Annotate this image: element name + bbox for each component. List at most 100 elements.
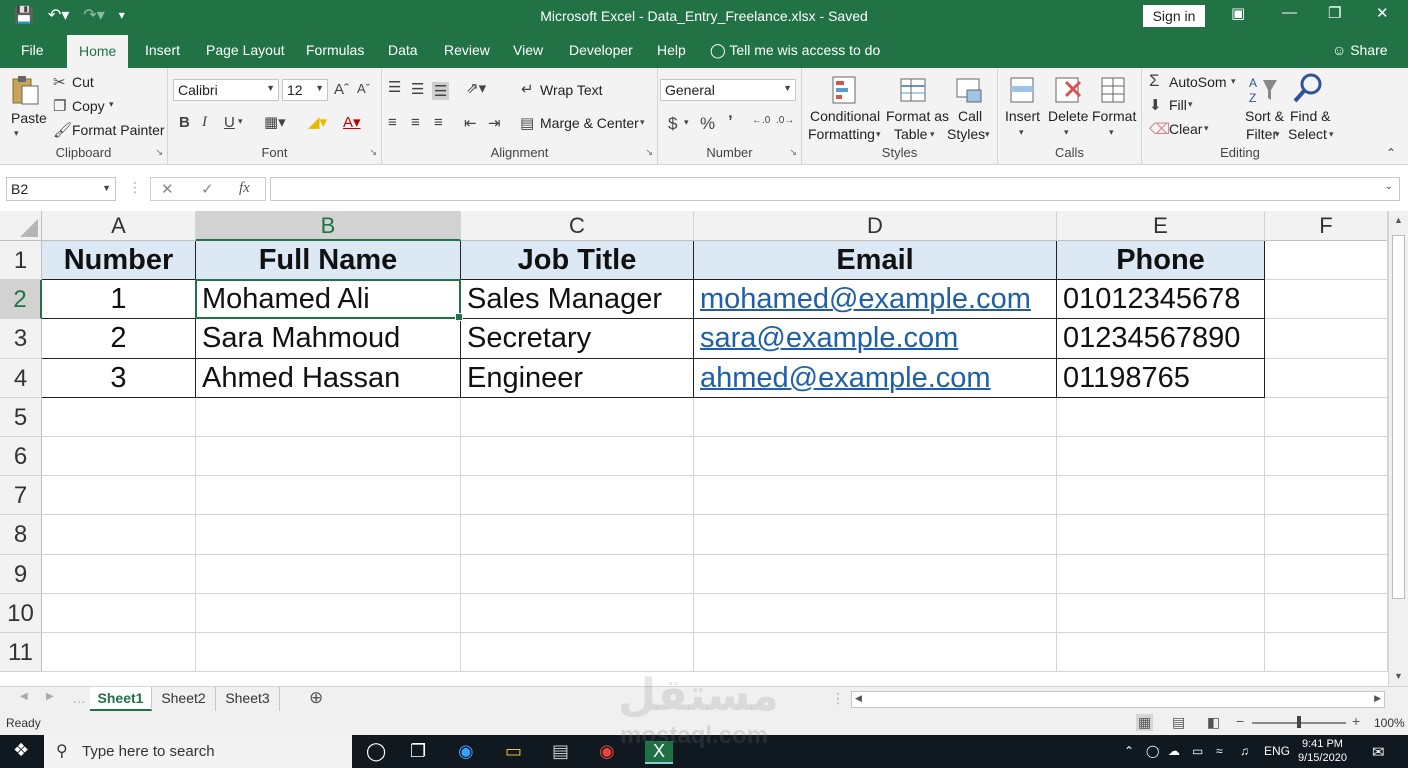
tab-insert[interactable]: Insert	[145, 42, 180, 58]
cell-c9[interactable]	[461, 554, 694, 594]
cell-e2[interactable]: 01012345678	[1057, 280, 1265, 320]
cancel-entry-icon[interactable]: ✕	[161, 180, 174, 198]
alignment-launcher-icon[interactable]: ↘	[645, 147, 653, 158]
underline-dropdown-icon[interactable]: ▾	[238, 116, 243, 127]
cell-b10[interactable]	[196, 593, 461, 633]
cell-e11[interactable]	[1057, 633, 1265, 673]
normal-view-icon[interactable]: ▦	[1136, 714, 1154, 731]
align-right-icon[interactable]: ≡	[434, 114, 443, 131]
formula-input[interactable]: ⌄	[270, 177, 1400, 201]
paste-label[interactable]: Paste	[11, 110, 47, 126]
cell-d11[interactable]	[694, 633, 1057, 673]
close-icon[interactable]: ✕	[1376, 4, 1389, 22]
cell-styles-line1[interactable]: Call	[958, 108, 982, 124]
font-color-icon[interactable]: A▾	[343, 113, 361, 131]
font-size-select[interactable]: 12 ▼	[282, 79, 328, 101]
tab-file[interactable]: File	[21, 42, 44, 58]
cell-a4[interactable]: 3	[42, 358, 196, 398]
increase-indent-icon[interactable]: ⇥	[488, 114, 501, 132]
row-header-7[interactable]: 7	[0, 476, 42, 516]
comma-button[interactable]: ʼ	[728, 112, 733, 132]
merge-dropdown-icon[interactable]: ▾	[640, 117, 645, 128]
chevron-down-icon[interactable]: ▼	[102, 183, 111, 193]
tab-view[interactable]: View	[513, 42, 543, 58]
cell-f1[interactable]	[1265, 241, 1388, 281]
cell-d7[interactable]	[694, 476, 1057, 516]
column-header-e[interactable]: E	[1057, 211, 1265, 241]
font-name-select[interactable]: Calibri ▼	[173, 79, 279, 101]
cell-c1[interactable]: Job Title	[461, 241, 694, 281]
insert-cells-icon[interactable]	[1007, 74, 1039, 106]
cell-a7[interactable]	[42, 476, 196, 516]
align-center-icon[interactable]: ≡	[411, 114, 420, 131]
paste-dropdown-icon[interactable]: ▾	[14, 128, 19, 139]
taskbar-clock[interactable]: 9:41 PM 9/15/2020	[1298, 737, 1347, 765]
cell-b6[interactable]	[196, 437, 461, 477]
column-header-b[interactable]: B	[196, 211, 461, 241]
cell-a9[interactable]	[42, 554, 196, 594]
cell-b8[interactable]	[196, 515, 461, 555]
tab-review[interactable]: Review	[444, 42, 490, 58]
cell-d8[interactable]	[694, 515, 1057, 555]
cell-a1[interactable]: Number	[42, 241, 196, 281]
align-left-icon[interactable]: ≡	[388, 114, 397, 131]
task-view-icon[interactable]: ❐	[410, 741, 426, 762]
cell-c5[interactable]	[461, 397, 694, 437]
prev-sheet-icon[interactable]: ◀	[20, 691, 28, 702]
row-header-3[interactable]: 3	[0, 319, 42, 359]
cell-d2[interactable]: mohamed@example.com	[694, 280, 1057, 320]
tell-me-search[interactable]: ◯ Tell me wis access to do	[710, 42, 880, 59]
next-sheet-icon[interactable]: ▶	[46, 691, 54, 702]
column-header-c[interactable]: C	[461, 211, 694, 241]
find-select-line2[interactable]: Select	[1288, 126, 1327, 142]
cell-e4[interactable]: 01198765	[1057, 358, 1265, 398]
cut-button[interactable]: Cut	[72, 74, 94, 90]
cell-b2[interactable]: Mohamed Ali	[196, 280, 461, 320]
cell-c4[interactable]: Engineer	[461, 358, 694, 398]
clipboard-launcher-icon[interactable]: ↘	[155, 147, 163, 158]
cell-b7[interactable]	[196, 476, 461, 516]
cell-c11[interactable]	[461, 633, 694, 673]
cell-f2[interactable]	[1265, 280, 1388, 320]
copy-button[interactable]: Copy	[72, 98, 105, 114]
cell-d5[interactable]	[694, 397, 1057, 437]
copy-dropdown-icon[interactable]: ▾	[109, 99, 114, 110]
cell-f4[interactable]	[1265, 358, 1388, 398]
tray-chevron-icon[interactable]: ⌃	[1124, 744, 1134, 758]
cell-a2[interactable]: 1	[42, 280, 196, 320]
zoom-level[interactable]: 100%	[1374, 716, 1405, 730]
cell-c7[interactable]	[461, 476, 694, 516]
format-table-dropdown-icon[interactable]: ▾	[930, 129, 935, 140]
find-select-icon[interactable]	[1292, 72, 1324, 104]
windows-start-icon[interactable]: ❖	[13, 740, 29, 761]
cell-f9[interactable]	[1265, 554, 1388, 594]
name-box[interactable]: B2 ▼	[6, 177, 116, 201]
row-header-5[interactable]: 5	[0, 397, 42, 437]
format-dropdown-icon[interactable]: ▾	[1109, 127, 1114, 138]
expand-formula-icon[interactable]: ⌄	[1385, 181, 1393, 192]
cell-e7[interactable]	[1057, 476, 1265, 516]
tab-home[interactable]: Home	[67, 35, 129, 68]
minimize-icon[interactable]: —	[1282, 4, 1297, 21]
notifications-icon[interactable]: ✉	[1372, 743, 1385, 761]
cell-d6[interactable]	[694, 437, 1057, 477]
row-header-4[interactable]: 4	[0, 358, 42, 398]
format-cells-button[interactable]: Format	[1092, 108, 1136, 124]
row-header-11[interactable]: 11	[0, 633, 42, 673]
input-language[interactable]: ENG	[1264, 744, 1290, 758]
format-as-table-line1[interactable]: Format as	[886, 108, 949, 124]
delete-cells-button[interactable]: Delete	[1048, 108, 1088, 124]
zoom-slider-handle[interactable]	[1297, 716, 1301, 728]
collapse-ribbon-icon[interactable]: ⌃	[1386, 146, 1396, 160]
cell-a10[interactable]	[42, 593, 196, 633]
cell-f11[interactable]	[1265, 633, 1388, 673]
cortana-icon[interactable]: ◯	[366, 741, 386, 762]
worksheet-grid[interactable]: ABCDEF 1 2 3 4 5 6 7 8 9 10 11 Number Full Name Job …	[0, 211, 1388, 686]
insert-cells-button[interactable]: Insert	[1005, 108, 1040, 124]
row-header-10[interactable]: 10	[0, 593, 42, 633]
column-header-f[interactable]: F	[1265, 211, 1388, 241]
scroll-right-icon[interactable]: ▶	[1374, 693, 1381, 704]
cell-e1[interactable]: Phone	[1057, 241, 1265, 281]
paste-icon[interactable]	[10, 74, 42, 106]
cell-f5[interactable]	[1265, 397, 1388, 437]
